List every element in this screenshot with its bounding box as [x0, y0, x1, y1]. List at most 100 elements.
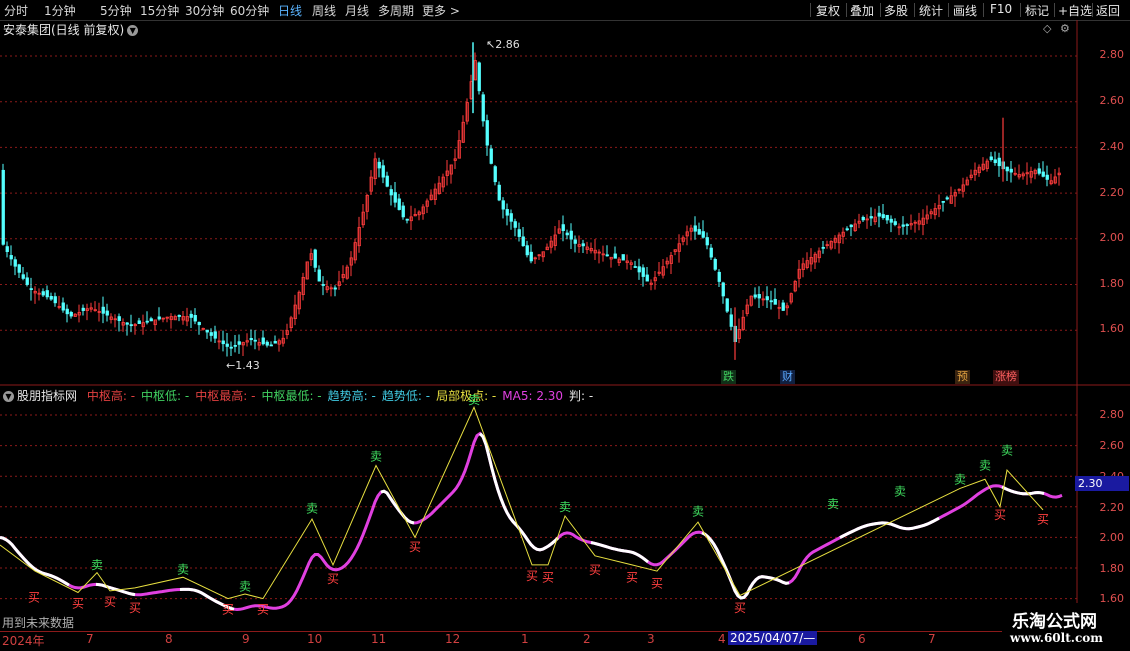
multi-stock-button[interactable]: 多股 — [884, 2, 908, 19]
y-tick: 1.80 — [1099, 562, 1125, 575]
tab-fenshi[interactable]: 分时 — [4, 2, 28, 19]
candle-body — [869, 216, 873, 219]
candle-body — [529, 251, 533, 262]
candle-body — [889, 218, 893, 223]
candle-body — [513, 221, 517, 228]
back-button[interactable]: 返回 — [1096, 2, 1120, 19]
candle-body — [565, 232, 569, 236]
candle-body — [177, 314, 181, 317]
sell-signal: 卖 — [306, 501, 318, 515]
tab-daily[interactable]: 日线 — [278, 2, 302, 19]
candle-body — [401, 205, 405, 218]
candle-body — [521, 236, 525, 247]
tab-multi-period[interactable]: 多周期 — [378, 2, 414, 19]
add-watchlist-button[interactable]: +自选 — [1058, 2, 1092, 19]
candle-body — [1009, 168, 1013, 173]
tab-30min[interactable]: 30分钟 — [185, 2, 224, 19]
month-label: 7 — [928, 632, 936, 646]
buy-signal: 买 — [222, 603, 234, 617]
low-price-label: ←1.43 — [226, 359, 260, 372]
sell-signal: 卖 — [177, 563, 189, 577]
sell-signal: 卖 — [239, 579, 251, 593]
sell-signal: 卖 — [827, 497, 839, 511]
indicator-chart: 买买买买买买买买买 买买买 买买买 买卖 卖卖卖卖卖卖 卖卖卖卖卖卖 — [0, 386, 1078, 632]
sell-signal: 卖 — [468, 393, 480, 407]
y-tick: 1.60 — [1099, 322, 1125, 335]
f10-button[interactable]: F10 — [990, 2, 1012, 16]
tab-weekly[interactable]: 周线 — [312, 2, 336, 19]
candle-body — [861, 216, 865, 221]
candle-body — [769, 300, 773, 303]
y-tick: 2.80 — [1099, 408, 1125, 421]
candle-body — [641, 267, 645, 277]
candle-body — [377, 161, 381, 169]
tab-more[interactable]: 更多 > — [422, 2, 460, 19]
candle-body — [821, 246, 825, 249]
month-label: 3 — [647, 632, 655, 646]
candle-body — [773, 298, 777, 305]
candle-body — [705, 237, 709, 246]
tab-5min[interactable]: 5分钟 — [100, 2, 132, 19]
event-badge[interactable]: 涨榜 — [993, 370, 1019, 384]
candle-body — [13, 259, 17, 267]
candle-body — [713, 259, 717, 270]
current-value-tag: 2.30 — [1075, 476, 1129, 491]
candle-body — [489, 148, 493, 164]
tab-1min[interactable]: 1分钟 — [44, 2, 76, 19]
sell-signal: 卖 — [91, 558, 103, 572]
candle-body — [265, 341, 269, 346]
mark-button[interactable]: 标记 — [1025, 2, 1049, 19]
candle-body — [993, 159, 997, 164]
candle-body — [877, 212, 881, 217]
candle-body — [997, 157, 1001, 167]
overlay-button[interactable]: 叠加 — [850, 2, 874, 19]
candle-body — [225, 343, 229, 347]
draw-line-button[interactable]: 画线 — [953, 2, 977, 19]
candle-body — [693, 225, 697, 232]
buy-signal: 买 — [526, 569, 538, 583]
month-label: 2 — [583, 632, 591, 646]
candle-body — [893, 221, 897, 225]
candle-body — [209, 332, 213, 336]
candle-body — [61, 302, 65, 311]
buy-signal: 买 — [104, 595, 116, 609]
buy-signal: 买 — [72, 597, 84, 611]
candle-body — [157, 316, 161, 320]
tab-monthly[interactable]: 月线 — [345, 2, 369, 19]
y-tick: 2.60 — [1099, 94, 1125, 107]
candle-body — [517, 229, 521, 237]
high-value: 2.86 — [495, 38, 520, 51]
event-badge[interactable]: 财 — [780, 370, 795, 384]
sell-signal: 卖 — [894, 485, 906, 499]
candle-body — [389, 189, 393, 196]
low-value: 1.43 — [235, 359, 260, 372]
candle-body — [1005, 166, 1009, 172]
candle-body — [405, 218, 409, 221]
tab-15min[interactable]: 15分钟 — [140, 2, 179, 19]
candle-body — [481, 94, 485, 122]
candle-body — [81, 307, 85, 311]
candle-body — [213, 331, 217, 339]
candle-body — [1041, 171, 1045, 177]
candle-body — [105, 310, 109, 316]
zigzag-line — [0, 405, 1044, 600]
candle-body — [333, 287, 337, 290]
tab-60min[interactable]: 60分钟 — [230, 2, 269, 19]
candle-body — [5, 246, 9, 252]
ma5-line — [0, 431, 1063, 612]
event-badge[interactable]: 跌 — [721, 370, 736, 384]
restore-rights-button[interactable]: 复权 — [816, 2, 840, 19]
candlestick-chart — [0, 20, 1130, 386]
event-badge[interactable]: 预 — [955, 370, 970, 384]
trend-segment — [478, 432, 560, 552]
candle-body — [229, 346, 233, 349]
statistics-button[interactable]: 统计 — [919, 2, 943, 19]
main-y-axis: 2.80 2.60 2.40 2.20 2.00 1.80 1.60 — [1077, 20, 1130, 386]
month-label: 12 — [445, 632, 461, 646]
candle-body — [137, 320, 141, 324]
buy-signal: 买 — [734, 601, 746, 615]
candle-body — [9, 255, 13, 260]
candle-body — [709, 247, 713, 258]
candle-body — [69, 311, 73, 317]
buy-signal: 买 — [257, 603, 269, 617]
